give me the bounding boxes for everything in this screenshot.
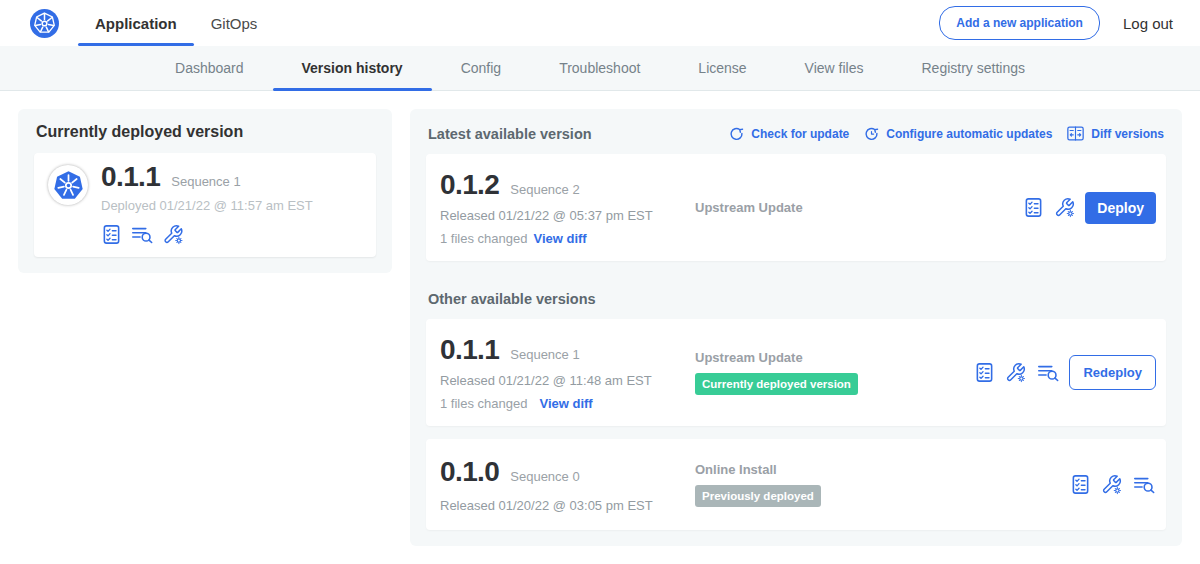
tab-gitops[interactable]: GitOps	[194, 0, 275, 46]
version-row-0-1-2: 0.1.2 Sequence 2 Released 01/21/22 @ 05:…	[426, 154, 1166, 261]
currently-deployed-panel: Currently deployed version 0.1.1 Sequenc…	[18, 109, 392, 273]
preflight-checks-icon[interactable]	[101, 224, 122, 245]
version-row-0-1-0: 0.1.0 Sequence 0 Released 01/20/22 @ 03:…	[426, 439, 1166, 530]
config-icon[interactable]	[1053, 197, 1076, 218]
available-versions-panel: Latest available version Check for updat…	[410, 109, 1182, 546]
subnav-tab-view-files[interactable]: View files	[776, 46, 893, 90]
version-number: 0.1.2	[440, 169, 499, 201]
subnav-tab-version-history-label: Version history	[302, 60, 403, 76]
released-timestamp: Released 01/21/22 @ 05:37 pm EST	[440, 208, 695, 223]
view-files-icon[interactable]	[130, 224, 154, 245]
deployed-version-number: 0.1.1	[101, 161, 160, 193]
subnav-tab-dashboard-label: Dashboard	[175, 60, 244, 76]
view-files-icon[interactable]	[1036, 362, 1060, 383]
preflight-checks-icon[interactable]	[1070, 474, 1091, 495]
sequence-label: Sequence 0	[510, 469, 579, 484]
schedule-update-icon	[863, 125, 880, 142]
app-logo	[48, 165, 88, 205]
top-navbar: Application GitOps Add a new application…	[0, 0, 1200, 46]
logout-button[interactable]: Log out	[1123, 15, 1173, 32]
subnav-tab-license[interactable]: License	[669, 46, 775, 90]
config-icon[interactable]	[1004, 362, 1027, 383]
files-changed-label: 1 files changed	[440, 396, 527, 411]
latest-available-title: Latest available version	[428, 126, 592, 142]
version-source-label: Upstream Update	[695, 350, 974, 365]
tab-application[interactable]: Application	[78, 0, 194, 46]
configure-automatic-updates-link[interactable]: Configure automatic updates	[863, 125, 1052, 142]
diff-versions-link[interactable]: Diff versions	[1066, 125, 1164, 142]
redeploy-button[interactable]: Redeploy	[1069, 355, 1156, 390]
kubernetes-logo-icon	[52, 169, 85, 202]
view-diff-link[interactable]: View diff	[539, 396, 592, 411]
sequence-label: Sequence 2	[510, 182, 579, 197]
refresh-icon	[728, 125, 745, 142]
currently-deployed-title: Currently deployed version	[36, 123, 376, 141]
previously-deployed-badge: Previously deployed	[695, 485, 821, 507]
check-for-update-link[interactable]: Check for update	[728, 125, 849, 142]
diff-versions-label: Diff versions	[1091, 127, 1164, 141]
configure-automatic-updates-label: Configure automatic updates	[886, 127, 1052, 141]
version-source-label: Upstream Update	[695, 200, 1023, 215]
released-timestamp: Released 01/21/22 @ 11:48 am EST	[440, 373, 695, 388]
check-for-update-label: Check for update	[751, 127, 849, 141]
kubernetes-logo-icon	[30, 9, 59, 38]
subnav-tab-registry-settings[interactable]: Registry settings	[893, 46, 1054, 90]
diff-icon	[1066, 125, 1085, 142]
main-content: Currently deployed version 0.1.1 Sequenc…	[0, 91, 1200, 564]
tab-application-label: Application	[95, 15, 177, 32]
version-number: 0.1.1	[440, 334, 499, 366]
subnav-tab-troubleshoot[interactable]: Troubleshoot	[530, 46, 669, 90]
subnav-tab-license-label: License	[698, 60, 746, 76]
deployed-timestamp: Deployed 01/21/22 @ 11:57 am EST	[101, 198, 362, 213]
preflight-checks-icon[interactable]	[1023, 197, 1044, 218]
other-available-title: Other available versions	[428, 291, 1164, 307]
subnav-tab-config-label: Config	[461, 60, 501, 76]
subnav-tab-troubleshoot-label: Troubleshoot	[559, 60, 640, 76]
released-timestamp: Released 01/20/22 @ 03:05 pm EST	[440, 498, 695, 513]
currently-deployed-card: 0.1.1 Sequence 1 Deployed 01/21/22 @ 11:…	[34, 153, 376, 257]
app-subnav: Dashboard Version history Config Trouble…	[0, 46, 1200, 91]
preflight-checks-icon[interactable]	[974, 362, 995, 383]
version-row-0-1-1: 0.1.1 Sequence 1 Released 01/21/22 @ 11:…	[426, 319, 1166, 426]
config-icon[interactable]	[1100, 474, 1123, 495]
subnav-tab-view-files-label: View files	[805, 60, 864, 76]
sequence-label: Sequence 1	[510, 347, 579, 362]
deployed-sequence-label: Sequence 1	[171, 174, 240, 189]
subnav-tab-version-history[interactable]: Version history	[273, 46, 432, 90]
version-source-label: Online Install	[695, 462, 1070, 477]
files-changed-label: 1 files changed	[440, 231, 527, 246]
deploy-button[interactable]: Deploy	[1085, 192, 1156, 224]
subnav-tab-config[interactable]: Config	[432, 46, 530, 90]
tab-gitops-label: GitOps	[211, 15, 258, 32]
config-icon[interactable]	[162, 224, 184, 245]
view-files-icon[interactable]	[1132, 474, 1156, 495]
subnav-tab-dashboard[interactable]: Dashboard	[146, 46, 273, 90]
subnav-tab-registry-settings-label: Registry settings	[922, 60, 1025, 76]
add-new-application-button[interactable]: Add a new application	[939, 6, 1100, 40]
currently-deployed-badge: Currently deployed version	[695, 373, 858, 395]
version-number: 0.1.0	[440, 456, 499, 488]
view-diff-link[interactable]: View diff	[533, 231, 586, 246]
